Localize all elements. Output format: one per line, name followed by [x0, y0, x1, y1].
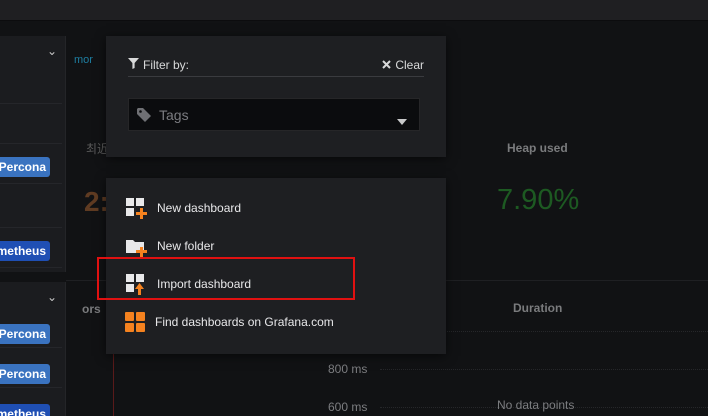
errors-panel-title: ors	[82, 302, 101, 316]
clear-filter-label: Clear	[395, 58, 424, 72]
new-dashboard-label: New dashboard	[157, 201, 242, 215]
no-data-message: No data points	[497, 398, 575, 412]
new-folder-label: New folder	[157, 239, 215, 253]
heap-used-title: Heap used	[507, 141, 568, 155]
filter-label: Filter by:	[143, 58, 190, 72]
dashboard-folder-panel-1: ⌄ Percona metheus	[0, 36, 66, 272]
list-item[interactable]: Percona	[0, 354, 62, 388]
import-dashboard-label: Import dashboard	[157, 277, 252, 291]
duration-panel-title: Duration	[513, 301, 563, 315]
panel-divider	[66, 280, 106, 281]
list-item[interactable]	[0, 70, 62, 104]
caret-down-icon	[397, 112, 407, 130]
dashboard-folder-panel-2: ⌄ Percona Percona metheus	[0, 282, 66, 416]
tag-badge[interactable]: Percona	[0, 157, 50, 177]
y-axis-tick: 600 ms	[328, 400, 368, 414]
chevron-down-icon[interactable]: ⌄	[47, 290, 57, 304]
tag-badge[interactable]: Percona	[0, 324, 50, 344]
top-navbar	[0, 0, 708, 21]
import-dashboard-menu-item[interactable]: Import dashboard	[106, 266, 446, 302]
list-item[interactable]: metheus	[0, 394, 62, 416]
new-folder-menu-item[interactable]: New folder	[106, 228, 446, 264]
grafana-com-menu-item[interactable]: Find dashboards on Grafana.com	[106, 304, 446, 340]
close-icon	[382, 58, 392, 72]
tags-select[interactable]: Tags	[128, 98, 420, 131]
grid-line	[380, 369, 708, 371]
chevron-down-icon[interactable]: ⌄	[47, 44, 57, 58]
y-axis-tick: 800 ms	[328, 362, 368, 376]
filter-icon	[128, 58, 139, 72]
new-dashboard-menu: New dashboard New folder Import dashboar…	[106, 178, 446, 354]
list-item[interactable]: Percona	[0, 314, 62, 348]
tag-badge[interactable]: Percona	[0, 364, 50, 384]
new-folder-icon	[126, 236, 148, 258]
grafana-com-label: Find dashboards on Grafana.com	[155, 315, 334, 329]
filter-header: Filter by: Clear	[128, 58, 424, 77]
list-item[interactable]: Percona	[0, 150, 62, 184]
grafana-dashboards-screen: ⌄ Percona metheus ⌄ Percona Percona meth…	[0, 0, 708, 416]
new-dashboard-menu-item[interactable]: New dashboard	[106, 190, 446, 226]
grafana-com-icon	[125, 312, 147, 334]
list-item[interactable]	[0, 194, 62, 228]
heap-used-value: 7.90%	[497, 184, 580, 216]
new-dashboard-icon	[126, 198, 148, 220]
filter-label-group: Filter by:	[128, 58, 189, 72]
import-dashboard-icon	[126, 274, 148, 296]
list-item[interactable]	[0, 110, 62, 144]
list-item[interactable]: metheus	[0, 234, 62, 268]
tag-badge[interactable]: metheus	[0, 241, 50, 261]
filter-dropdown-panel: Filter by: Clear Tags	[106, 36, 446, 157]
tag-icon	[137, 108, 153, 127]
clear-filter-button[interactable]: Clear	[382, 58, 424, 72]
background-chip: mor	[74, 54, 93, 66]
tag-badge[interactable]: metheus	[0, 404, 50, 416]
tags-placeholder: Tags	[159, 107, 189, 123]
